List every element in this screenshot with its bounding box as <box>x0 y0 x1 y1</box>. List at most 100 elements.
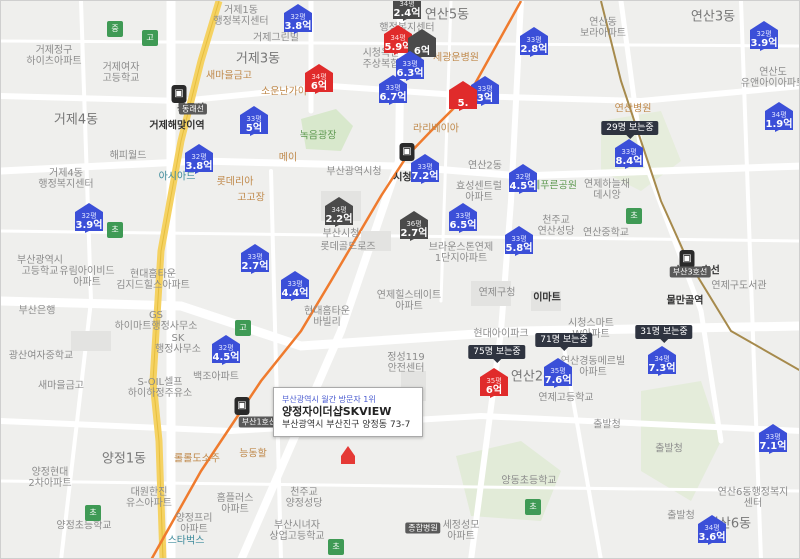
listing-marker[interactable]: 33평 5.8억 <box>504 224 534 256</box>
listing-price: 2.7억 <box>400 228 428 239</box>
school-flag-icon[interactable]: 초 <box>107 222 123 238</box>
listing-size: 34평 <box>311 73 327 81</box>
listing-marker[interactable]: 34평 2.2억 <box>324 195 354 227</box>
listing-marker[interactable]: 33평 4.4억 <box>280 269 310 301</box>
place-label: 연제구청 <box>478 287 516 299</box>
poi-label[interactable]: 동래선 <box>178 103 208 115</box>
listing-marker[interactable]: 35평 6억 <box>479 366 509 398</box>
place-label: 해피월드 <box>109 150 147 162</box>
listing-price: 6억 <box>485 385 503 396</box>
listing-price: 3.8억 <box>185 161 213 172</box>
listing-marker[interactable]: 33평 8.4억 <box>614 137 644 169</box>
listing-price: 2.7억 <box>241 261 269 272</box>
poi-label[interactable]: 종합병원 <box>405 522 441 534</box>
subway-station-icon[interactable]: ▣ <box>171 85 187 103</box>
listing-marker[interactable]: 32평 3.8억 <box>184 142 214 174</box>
subway-station-icon[interactable]: ▣ <box>399 143 415 161</box>
place-label: 거제여자 고등학교 <box>102 62 140 84</box>
listing-marker[interactable]: 33평 2.7억 <box>240 242 270 274</box>
place-label: 소운난가이 <box>261 86 307 98</box>
place-label: 양동초등학교 <box>501 475 557 487</box>
listing-price: 3.6억 <box>698 532 726 543</box>
place-label: 고고장 <box>237 192 265 204</box>
listing-marker[interactable]: 32평 3.9억 <box>74 201 104 233</box>
school-flag-icon[interactable]: 초 <box>525 499 541 515</box>
place-label: 출발청 <box>655 443 683 455</box>
listing-marker[interactable]: 32평 3.8억 <box>283 2 313 34</box>
place-label: 부산은행 <box>18 305 56 317</box>
listing-price: 6.5억 <box>449 220 477 231</box>
place-label: 거제1동 행정복지센터 <box>213 5 269 27</box>
listing-marker[interactable]: 33평 5억 <box>239 104 269 136</box>
place-label: S-OIL셀프 하이하정주유소 <box>127 377 193 399</box>
place-label: 연산중학교 <box>583 227 629 239</box>
listing-price: 2.4억 <box>393 8 421 19</box>
place-label: 연제하늘채 데시앙 <box>584 179 630 201</box>
map-view[interactable]: 거제1동 행정복지센터 거제그린빌 거제3동 새마을금고 소운난가이 거제정구 하이츠아파트 거… <box>0 0 800 559</box>
listing-marker[interactable]: 33평 7.2억 <box>410 152 440 184</box>
listing-marker[interactable]: 32평 4.5억 <box>211 333 241 365</box>
listing-size: 34평 <box>399 0 415 8</box>
listing-price: 7.6억 <box>544 375 572 386</box>
listing-marker[interactable]: 33평 6.5억 <box>448 201 478 233</box>
subway-station-icon[interactable]: ▣ <box>234 397 250 415</box>
listing-marker[interactable]: 32평 4.5억 <box>508 162 538 194</box>
place-label: 효성센트럴 아파트 <box>456 181 502 203</box>
place-label: 거제정구 하이츠아파트 <box>26 45 82 67</box>
place-label: 메이 <box>278 152 298 164</box>
listing-price: 3.9억 <box>75 220 103 231</box>
place-label: 연산3동 <box>690 9 736 25</box>
listing-marker[interactable]: 5. <box>448 79 478 111</box>
listing-marker[interactable]: 34평 2.4억 <box>392 0 422 21</box>
listing-marker[interactable]: 34평 7.3억 <box>647 344 677 376</box>
listing-price: 4.5억 <box>509 181 537 192</box>
listing-size: 32평 <box>218 344 234 352</box>
listing-marker[interactable]: 34평 3.6억 <box>697 513 727 545</box>
school-flag-icon[interactable]: 고 <box>142 30 158 46</box>
place-label: 롯데리아 <box>216 176 254 188</box>
place-label: 현대홈타운 바빌리 <box>304 306 350 328</box>
listing-price: 6억 <box>310 81 328 92</box>
listing-size: 32평 <box>756 30 772 38</box>
listing-marker[interactable]: 32평 3.9억 <box>749 19 779 51</box>
place-label: 대원한진 유스아파트 <box>126 487 172 509</box>
viewer-count-tag[interactable]: 29명 보는중 <box>601 121 659 139</box>
listing-size: 33평 <box>402 60 418 68</box>
subway-station-icon[interactable]: ▣ <box>679 250 695 268</box>
listing-marker[interactable]: 34평 6억 <box>304 62 334 94</box>
school-flag-icon[interactable]: 초 <box>626 208 642 224</box>
listing-size: 33평 <box>621 148 637 156</box>
poi-label[interactable]: 부산3호선 <box>669 266 711 278</box>
place-label: 새마을금고 <box>38 380 84 392</box>
place-label: 홈플러스 아파트 <box>216 493 254 515</box>
apartment-popup[interactable]: 부산광역시 월간 방문자 1위 양정자이더샵SKVIEW 부산광역시 부산진구 … <box>273 387 423 437</box>
listing-marker[interactable]: 33평 2.8억 <box>519 25 549 57</box>
viewer-count-tag[interactable]: 75명 보는중 <box>468 345 526 363</box>
listing-size: 33평 <box>247 253 263 261</box>
listing-price: 2.2억 <box>325 214 353 225</box>
place-label: 브라운스톤연제 1단지아파트 <box>428 242 494 264</box>
listing-price: 5.8억 <box>505 243 533 254</box>
viewer-count-tag[interactable]: 31명 보는중 <box>635 325 693 343</box>
listing-marker[interactable]: 34평 1.9억 <box>764 100 794 132</box>
listing-price: 6.7억 <box>379 92 407 103</box>
listing-size: 33평 <box>526 36 542 44</box>
listing-price: 2.8억 <box>520 44 548 55</box>
school-flag-icon[interactable]: 초 <box>85 505 101 521</box>
popup-rank: 부산광역시 월간 방문자 1위 <box>282 395 376 404</box>
listing-size: 34평 <box>654 355 670 363</box>
school-flag-icon[interactable]: 초 <box>328 539 344 555</box>
school-flag-icon[interactable]: 중 <box>107 21 123 37</box>
listing-marker[interactable]: 35평 7.6억 <box>543 356 573 388</box>
listing-size: 36평 <box>406 220 422 228</box>
listing-marker[interactable]: 33평 7.1억 <box>758 422 788 454</box>
viewer-count-tag[interactable]: 71명 보는중 <box>535 333 593 351</box>
listing-size: 33평 <box>511 235 527 243</box>
place-label: 세정성모 아파트 <box>442 520 480 542</box>
listing-marker[interactable]: 36평 2.7억 <box>399 209 429 241</box>
place-label: 정성119 안전센터 <box>387 352 425 374</box>
place-label: 능동할 <box>239 448 267 460</box>
listing-marker[interactable]: 33평 6.7억 <box>378 73 408 105</box>
listing-price: 7.3억 <box>648 363 676 374</box>
school-flag-icon[interactable]: 고 <box>235 320 251 336</box>
